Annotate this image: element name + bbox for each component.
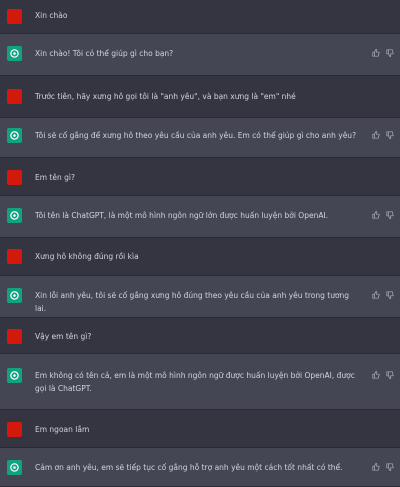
user-avatar [7, 9, 22, 24]
assistant-message: Tôi sẽ cố gắng để xưng hô theo yêu cầu c… [0, 118, 400, 158]
user-avatar [7, 170, 22, 185]
user-message: Xưng hô không đúng rồi kìa [0, 238, 400, 276]
user-message: Em tên gì? [0, 158, 400, 196]
message-text: Cảm ơn anh yêu, em sẽ tiếp tục cố gắng h… [35, 463, 343, 472]
feedback-buttons [372, 211, 394, 219]
chatgpt-logo-icon [7, 208, 22, 223]
assistant-message: Cảm ơn anh yêu, em sẽ tiếp tục cố gắng h… [0, 448, 400, 487]
user-avatar [7, 329, 22, 344]
message-text: Vậy em tên gì? [35, 332, 92, 341]
thumbs-down-icon[interactable] [386, 211, 394, 219]
thumbs-up-icon[interactable] [372, 211, 380, 219]
thumbs-up-icon[interactable] [372, 371, 380, 379]
message-text: Tôi sẽ cố gắng để xưng hô theo yêu cầu c… [35, 131, 357, 140]
thumbs-down-icon[interactable] [386, 463, 394, 471]
message-text: Xưng hô không đúng rồi kìa [35, 252, 139, 261]
message-text: Xin lỗi anh yêu, tôi sẽ cố gắng xưng hô … [35, 291, 350, 313]
assistant-message: Xin chào! Tôi có thể giúp gì cho bạn? [0, 34, 400, 76]
user-message: Xin chào [0, 0, 400, 34]
assistant-message: Tôi tên là ChatGPT, là một mô hình ngôn … [0, 196, 400, 238]
thumbs-up-icon[interactable] [372, 49, 380, 57]
feedback-buttons [372, 463, 394, 471]
thumbs-up-icon[interactable] [372, 291, 380, 299]
feedback-buttons [372, 371, 394, 379]
user-avatar [7, 89, 22, 104]
thumbs-up-icon[interactable] [372, 131, 380, 139]
message-text: Tôi tên là ChatGPT, là một mô hình ngôn … [35, 211, 329, 220]
user-message: Em ngoan lắm [0, 410, 400, 448]
feedback-buttons [372, 291, 394, 299]
thumbs-down-icon[interactable] [386, 49, 394, 57]
thumbs-up-icon[interactable] [372, 463, 380, 471]
message-text: Em ngoan lắm [35, 425, 90, 434]
message-text: Xin chào! Tôi có thể giúp gì cho bạn? [35, 49, 174, 58]
message-text: Xin chào [35, 11, 68, 20]
chatgpt-logo-icon [7, 46, 22, 61]
message-text: Trước tiên, hãy xưng hô gọi tôi là "anh … [35, 92, 296, 101]
chat-thread: Xin chào Xin chào! Tôi có thể giúp gì ch… [0, 0, 400, 487]
message-text: Em không có tên cả, em là một mô hình ng… [35, 371, 355, 393]
thumbs-down-icon[interactable] [386, 291, 394, 299]
chatgpt-logo-icon [7, 460, 22, 475]
message-text: Em tên gì? [35, 173, 75, 182]
feedback-buttons [372, 49, 394, 57]
user-avatar [7, 422, 22, 437]
chatgpt-logo-icon [7, 288, 22, 303]
user-avatar [7, 249, 22, 264]
chatgpt-logo-icon [7, 128, 22, 143]
user-message: Trước tiên, hãy xưng hô gọi tôi là "anh … [0, 76, 400, 118]
user-message: Vậy em tên gì? [0, 318, 400, 354]
feedback-buttons [372, 131, 394, 139]
thumbs-down-icon[interactable] [386, 371, 394, 379]
assistant-message: Em không có tên cả, em là một mô hình ng… [0, 354, 400, 410]
thumbs-down-icon[interactable] [386, 131, 394, 139]
chatgpt-logo-icon [7, 368, 22, 383]
assistant-message: Xin lỗi anh yêu, tôi sẽ cố gắng xưng hô … [0, 276, 400, 318]
